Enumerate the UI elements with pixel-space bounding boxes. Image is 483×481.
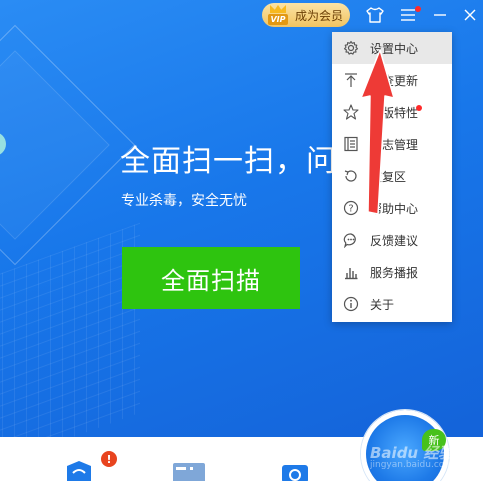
minimize-icon[interactable] [429, 4, 451, 26]
menu-item-feedback[interactable]: 反馈建议 [332, 224, 452, 256]
vip-crown-icon: VIP [264, 5, 292, 25]
menu-item-check-update[interactable]: 检查更新 [332, 64, 452, 96]
headline: 全面扫一扫，问 [120, 144, 337, 179]
close-icon[interactable] [459, 4, 481, 26]
log-icon [343, 136, 359, 152]
menu-item-help-center[interactable]: ? 帮助中心 [332, 192, 452, 224]
become-member-button[interactable]: VIP 成为会员 [262, 3, 350, 27]
chat-icon [343, 232, 359, 248]
gear-icon [343, 40, 359, 56]
menu-notification-dot [415, 6, 421, 12]
menu-item-label: 恢复区 [370, 169, 407, 184]
shield-tool-icon[interactable] [64, 459, 94, 481]
upload-icon [343, 72, 359, 88]
warning-badge: ! [101, 451, 117, 467]
menu-item-new-features[interactable]: 新版特性 [332, 96, 452, 128]
help-icon: ? [343, 200, 359, 216]
menu-item-restore-area[interactable]: 恢复区 [332, 160, 452, 192]
gear-tool-icon[interactable] [280, 459, 310, 481]
menu-item-log-management[interactable]: 日志管理 [332, 128, 452, 160]
bar-chart-icon [343, 264, 359, 280]
new-feature-dot [416, 105, 422, 111]
menu-item-service-broadcast[interactable]: 服务播报 [332, 256, 452, 288]
window-tool-icon[interactable] [172, 459, 205, 481]
full-scan-button[interactable]: 全面扫描 [122, 247, 300, 309]
menu-item-label: 日志管理 [370, 137, 419, 152]
menu-item-label: 帮助中心 [370, 201, 419, 216]
subline: 专业杀毒，安全无忧 [121, 193, 247, 209]
star-icon [343, 104, 359, 120]
menu-item-settings[interactable]: 设置中心 [332, 32, 452, 64]
menu-item-label: 设置中心 [370, 41, 419, 56]
menu-item-label: 新版特性 [370, 105, 419, 120]
menu-item-about[interactable]: 关于 [332, 288, 452, 320]
watermark-url: jingyan.baidu.com [370, 460, 454, 470]
menu-item-label: 检查更新 [370, 73, 419, 88]
menu-item-label: 关于 [370, 297, 395, 312]
skin-icon[interactable] [364, 4, 386, 26]
menu-item-label: 反馈建议 [370, 233, 419, 248]
info-icon [343, 296, 359, 312]
become-member-label: 成为会员 [295, 8, 344, 23]
menu-item-label: 服务播报 [370, 265, 419, 280]
main-dropdown-menu: 设置中心 检查更新 新版特性 日志管理 恢复区 ? 帮助中心 反馈建议 服务播报… [332, 32, 452, 322]
svg-text:?: ? [348, 204, 353, 215]
restore-icon [343, 168, 359, 184]
